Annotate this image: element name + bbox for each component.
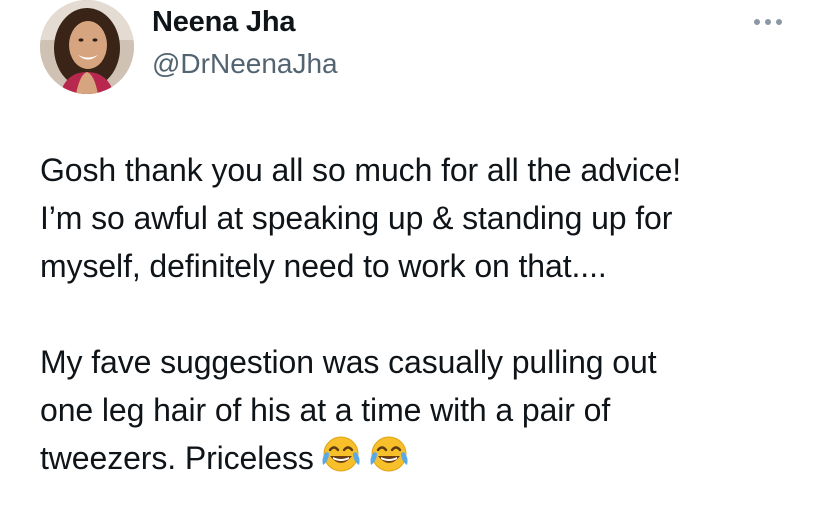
- tweet-card: Neena Jha @DrNeenaJha Gosh thank you all…: [0, 0, 828, 516]
- more-options-button[interactable]: [752, 10, 786, 34]
- author-display-name[interactable]: Neena Jha: [152, 6, 295, 39]
- face-with-tears-of-joy-icon: [368, 434, 410, 474]
- tweet-paragraph-2-wrapper: My fave suggestion was casually pulling …: [40, 338, 810, 482]
- face-with-tears-of-joy-icon: [320, 434, 362, 474]
- author-handle[interactable]: @DrNeenaJha: [152, 48, 338, 80]
- profile-photo-icon: [40, 0, 134, 94]
- author-avatar[interactable]: [40, 0, 134, 94]
- ellipsis-icon: [754, 19, 782, 25]
- tweet-paragraph-1: Gosh thank you all so much for all the a…: [40, 152, 682, 284]
- tweet-text: Gosh thank you all so much for all the a…: [40, 146, 810, 482]
